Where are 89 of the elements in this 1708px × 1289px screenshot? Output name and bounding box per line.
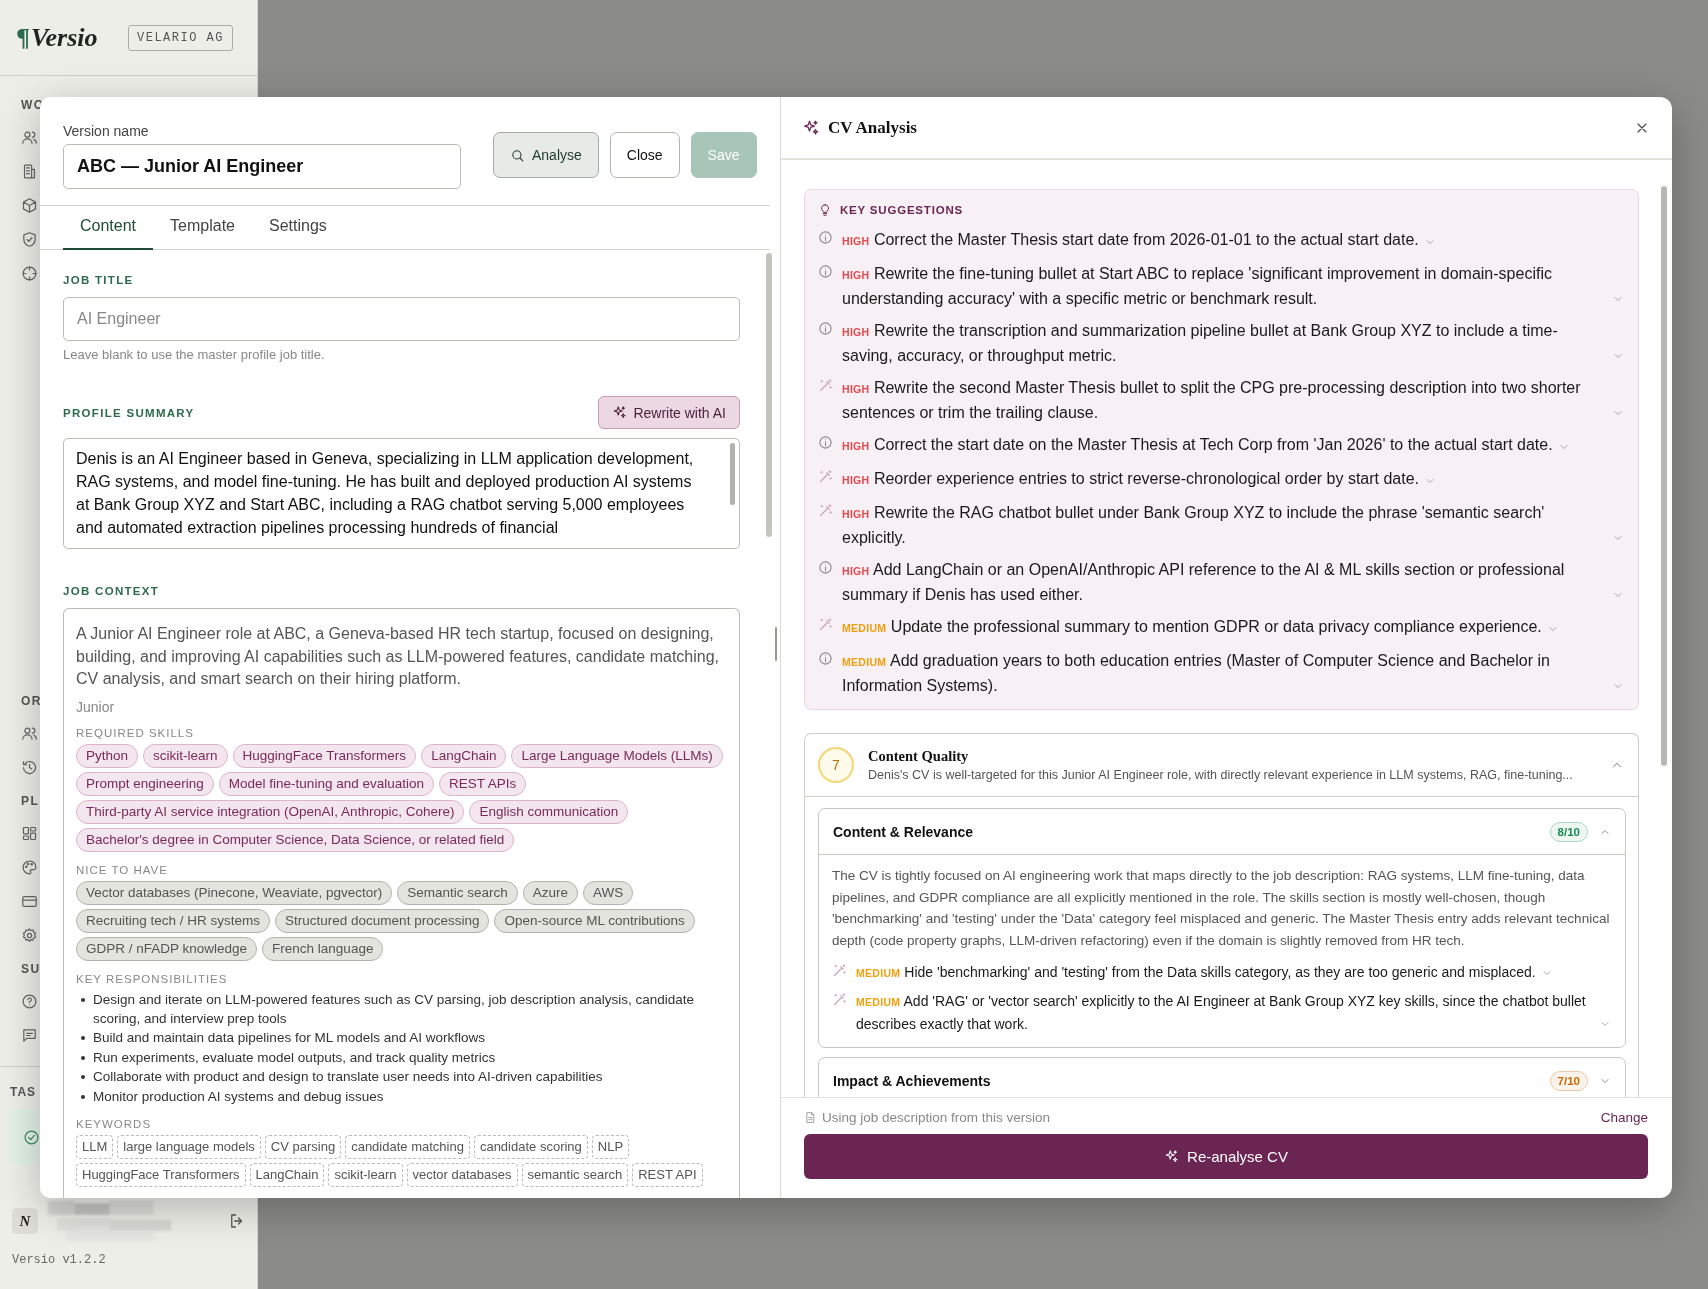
keyword-tag: HuggingFace Transformers [76, 1163, 246, 1187]
suggestion-text: MEDIUM Add 'RAG' or 'vector search' explicitly to the AI Engineer at Bank Group XYZ key skills, since the chatbot bullet describes exactly that work. [856, 992, 1587, 1034]
keyword-tag: scikit-learn [328, 1163, 403, 1187]
suggestion-text: HIGH Add LangChain or an OpenAI/Anthropic API reference to the AI & ML skills section or professional summary if Denis has used either. [842, 560, 1566, 605]
section-label: PL [21, 794, 40, 808]
section-label: SU [21, 962, 41, 976]
keyword-tag: large language models [117, 1135, 261, 1159]
version-name-field[interactable]: ABC — Junior AI Engineer [63, 144, 461, 189]
keyword-tag: NLP [591, 1135, 630, 1159]
subsection-title[interactable]: Impact & Achievements [833, 1072, 1539, 1089]
skill-tag: Third-party AI service integration (OpenAI, Anthropic, Cohere) [76, 799, 465, 824]
suggestion-text: HIGH Rewrite the second Master Thesis bullet to split the CPG pre-processing description into two shorter sentences or trim the trailing clause. [842, 378, 1582, 423]
field-label: Version name [63, 123, 150, 139]
responsibility-item: Build and maintain data pipelines for ML models and AI workflows [76, 1028, 728, 1047]
skill-tag: English communication [469, 799, 629, 824]
responsibility-item: Collaborate with product and design to translate user needs into AI-driven capabilities [76, 1067, 728, 1086]
change-link[interactable]: Change [1600, 1110, 1648, 1125]
score-badge: 7/10 [1549, 1070, 1588, 1091]
skill-tag: AWS [583, 880, 634, 905]
keyword-tag: REST API [632, 1163, 703, 1187]
panel-title: CV Analysis [828, 117, 918, 138]
seniority-text: Junior [76, 698, 115, 715]
keyword-tag: LLM [76, 1135, 114, 1159]
close-button[interactable]: Close [609, 132, 680, 178]
keyword-tag: LangChain [249, 1163, 325, 1187]
section-label: TAS [10, 1085, 37, 1099]
suggestion-text: HIGH Reorder experience entries to strict reverse-chronological order by start date. [842, 469, 1420, 489]
skill-tag: Structured document processing [275, 908, 490, 933]
suggestion-text: HIGH Correct the Master Thesis start date from 2026-01-01 to the actual start date. [842, 230, 1419, 250]
skill-tag: Recruiting tech / HR systems [76, 908, 271, 933]
tab[interactable]: Template [153, 206, 252, 250]
analysis-text: The CV is tightly focused on AI engineering work that maps directly to the job description: RAG systems, LLM fine-tuning, data pipelines, and GDPR compliance are all explicitly mentioned in the role. The skills section is mostly well-chosen, though 'benchmarking' and 'testing' under the 'Data' category feel misplaced and generic. The Master Thesis entry adds relevant technical depth (code property graphs, LLM-driven refactoring) even if the domain is slightly removed from HR tech. [832, 867, 1611, 950]
suggestion-text: MEDIUM Add graduation years to both education entries (Master of Computer Science and Bachelor in Information Systems). [842, 651, 1551, 696]
source-note: Using job description from this version [822, 1110, 1052, 1125]
group-label: KEY RESPONSIBILITIES [76, 972, 228, 985]
keyword-tag: CV parsing [264, 1135, 342, 1159]
section-label: OR [21, 694, 42, 708]
subsection-title[interactable]: Content & Relevance [833, 823, 1539, 840]
skill-tag: Semantic search [397, 880, 518, 905]
suggestion-text: HIGH Rewrite the fine-tuning bullet at Start ABC to replace 'significant improvement in domain-specific understanding accuracy' with a specific metric or benchmark result. [842, 264, 1553, 309]
group-label: KEYWORDS [76, 1118, 152, 1130]
app-version: Versio v1.2.2 [12, 1253, 107, 1267]
section-label: KEY SUGGESTIONS [840, 204, 963, 216]
category-title: Content Quality [868, 748, 970, 765]
keyword-tag: candidate matching [345, 1135, 470, 1159]
skill-tag: Azure [522, 880, 578, 905]
skill-tag: HuggingFace Transformers [232, 743, 417, 768]
logo: ¶Versio [16, 22, 98, 53]
job-title-field[interactable]: AI Engineer [63, 297, 740, 341]
keyword-tag: candidate scoring [473, 1135, 588, 1159]
tab[interactable]: Content [63, 206, 154, 250]
skill-tag: French language [262, 936, 384, 961]
field-hint: Leave blank to use the master profile job title. [63, 347, 326, 362]
group-label: NICE TO HAVE [76, 863, 168, 876]
analyse-button[interactable]: Analyse [493, 132, 599, 178]
responsibility-item: Run experiments, evaluate model outputs, and track quality metrics [76, 1047, 728, 1067]
tab[interactable]: Settings [251, 206, 344, 250]
suggestion-text: MEDIUM Update the professional summary to mention GDPR or data privacy compliance experience. [842, 617, 1542, 637]
skill-tag: GDPR / nFADP knowledge [76, 936, 258, 961]
suggestion-text: HIGH Rewrite the transcription and summarization pipeline bullet at Bank Group XYZ to include a time-saving, accuracy, or throughput metric. [842, 321, 1559, 366]
organization-badge: VELARIO AG [128, 24, 233, 51]
keyword-tag: vector databases [406, 1163, 518, 1187]
skill-tag: Vector databases (Pinecone, Weaviate, pgvector) [76, 880, 393, 905]
section-label: JOB TITLE [63, 274, 135, 286]
score-badge: 7 [818, 747, 854, 783]
section-label: JOB CONTEXT [63, 585, 161, 597]
skill-tag: scikit-learn [143, 743, 228, 768]
skill-tag: Large Language Models (LLMs) [511, 743, 723, 768]
category-summary: Denis's CV is well-targeted for this Junior AI Engineer role, with directly relevant experience in LLM systems, RAG, fine-tuning... [868, 768, 1574, 782]
skill-tag: LangChain [421, 743, 507, 768]
skill-tag: Model fine-tuning and evaluation [218, 771, 434, 796]
skill-tag: Python [76, 743, 139, 768]
responsibility-item: Monitor production AI systems and debug issues [76, 1086, 728, 1106]
suggestion-text: HIGH Correct the start date on the Master Thesis at Tech Corp from 'Jan 2026' to the actual start date. [842, 435, 1553, 455]
section-label: PROFILE SUMMARY [63, 406, 195, 419]
suggestion-text: MEDIUM Hide 'benchmarking' and 'testing' from the Data skills category, as they are too generic and misplaced. [856, 963, 1536, 982]
reanalyse-button[interactable]: Re-analyse CV [804, 1134, 1648, 1179]
group-label: REQUIRED SKILLS [76, 726, 194, 739]
skill-tag: Bachelor's degree in Computer Science, Data Science, or related field [76, 827, 515, 852]
job-description: A Junior AI Engineer role at ABC, a Geneva-based HR tech startup, focused on designing, building, and improving AI capabilities such as LLM-powered features, candidate matching, CV analysis, and smart search on their hiring platform. [76, 624, 721, 689]
skill-tag: Open-source ML contributions [494, 908, 695, 933]
suggestion-text: HIGH Rewrite the RAG chatbot bullet under Bank Group XYZ to include the phrase 'semantic search' explicitly. [842, 503, 1546, 548]
avatar: N [12, 1208, 38, 1234]
skill-tag: Prompt engineering [76, 771, 214, 796]
keyword-tag: semantic search [521, 1163, 629, 1187]
responsibility-item: Design and iterate on LLM-powered features such as CV parsing, job description analysis, candidate scoring, and interview prep tools [76, 989, 728, 1028]
score-badge: 8/10 [1549, 821, 1588, 842]
rewrite-button[interactable]: Rewrite with AI [598, 396, 740, 429]
skill-tag: REST APIs [438, 771, 527, 796]
